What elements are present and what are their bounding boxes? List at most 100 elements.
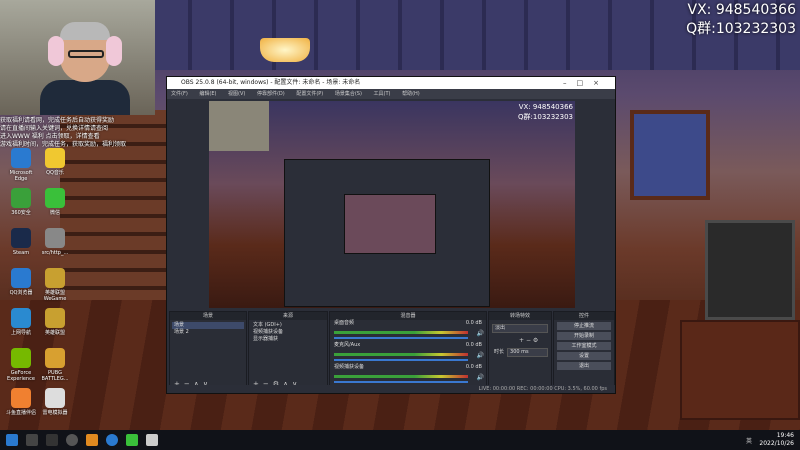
preview-watermark: Q群:103232303	[518, 113, 573, 121]
menu-edit[interactable]: 编辑(E)	[199, 91, 216, 97]
watermark-qq: Q群:103232303	[686, 21, 796, 37]
desktop-shortcut[interactable]: 微信	[38, 188, 72, 216]
input-language[interactable]: 英	[746, 438, 752, 445]
transition-select[interactable]: 淡出	[492, 324, 548, 333]
menu-scene-collection[interactable]: 场景集合(S)	[335, 91, 362, 97]
app-icon	[11, 268, 31, 288]
obs-titlebar[interactable]: OBS 25.0.8 (64-bit, windows) - 配置文件: 未命名…	[167, 77, 615, 89]
mixer-channel: 桌面音频 0.0 dB 🔊	[330, 320, 486, 342]
windows-start-icon[interactable]	[6, 434, 18, 446]
wechat-icon[interactable]	[126, 434, 138, 446]
desktop-shortcut[interactable]: 雷电模拟器	[38, 388, 72, 416]
desktop-shortcut[interactable]: Microsoft Edge	[4, 148, 38, 182]
menu-help[interactable]: 帮助(H)	[402, 91, 420, 97]
app-icon[interactable]	[86, 434, 98, 446]
desktop-shortcut[interactable]: GeForce Experience	[4, 348, 38, 382]
speaker-icon[interactable]: 🔊	[477, 374, 484, 381]
headphone-icon	[48, 36, 64, 66]
source-item[interactable]: 文本 (GDI+)	[251, 322, 325, 329]
obs-preview[interactable]: VX: 948540366 Q群:103232303	[209, 101, 575, 308]
channel-db: 0.0 dB	[465, 342, 482, 348]
channel-name: 视频捕获设备	[334, 364, 365, 370]
maximize-icon[interactable]: □	[577, 79, 594, 87]
desktop-shortcut[interactable]: 英雄联盟 WeGame	[38, 268, 72, 302]
app-icon	[45, 188, 65, 208]
volume-slider[interactable]	[334, 381, 468, 383]
system-tray[interactable]: 英	[746, 436, 752, 445]
shortcut-label: 上网导航	[10, 330, 31, 336]
app-icon	[45, 388, 65, 408]
app-icon	[11, 308, 31, 328]
overlay-line: 请在直播间输入关键词，兑换详情请查阅	[0, 125, 109, 132]
stop-streaming-button[interactable]: 停止推流	[557, 322, 611, 330]
desktop-shortcut[interactable]: QQ浏览器	[4, 268, 38, 296]
desktop-shortcut[interactable]: PUBG BATTLEG...	[38, 348, 72, 382]
add-icon[interactable]: +	[519, 337, 524, 344]
stream-overlay-text: 获取福利请看网，完成任务后自动获得奖励 请在直播间输入关键词，兑换详情请查阅 进…	[0, 117, 160, 149]
window-controls[interactable]: –□×	[563, 77, 609, 89]
clock[interactable]: 19:46 2022/10/26	[759, 432, 794, 448]
scene-item[interactable]: 场景	[172, 322, 244, 329]
speaker-icon[interactable]: 🔊	[477, 352, 484, 359]
preview-webcam	[209, 101, 269, 151]
desktop-shortcut[interactable]: Steam	[4, 228, 38, 256]
desktop-shortcut[interactable]: src/http_...	[38, 228, 72, 256]
desktop-shortcut[interactable]: QQ音乐	[38, 148, 72, 176]
studio-mode-button[interactable]: 工作室模式	[557, 342, 611, 350]
speaker-icon[interactable]: 🔊	[477, 330, 484, 337]
app-icon	[11, 188, 31, 208]
app-icon	[45, 268, 65, 288]
controls-dock: 控件 停止推流 开始录制 工作室模式 设置 退出	[553, 311, 615, 391]
transitions-dock: 转场特效 淡出 + − ⚙ 时长 300 ms	[488, 311, 552, 391]
menu-view[interactable]: 视图(V)	[228, 91, 245, 97]
desktop-shortcut[interactable]: 360安全	[4, 188, 38, 216]
desktop: VX: 948540366 Q群:103232303 获取福利请看网，完成任务后…	[0, 0, 800, 450]
search-icon[interactable]	[26, 434, 38, 446]
menu-docks[interactable]: 停靠部件(D)	[257, 91, 285, 97]
preview-nested-obs-inner	[344, 194, 436, 254]
scene-item[interactable]: 场景 2	[172, 329, 244, 336]
obs-window[interactable]: OBS 25.0.8 (64-bit, windows) - 配置文件: 未命名…	[166, 76, 616, 394]
minimize-icon[interactable]: –	[563, 79, 577, 87]
channel-db: 0.0 dB	[465, 320, 482, 326]
volume-slider[interactable]	[334, 359, 468, 361]
desktop-shortcut[interactable]: 上网导航	[4, 308, 38, 336]
exit-button[interactable]: 退出	[557, 362, 611, 370]
preview-watermark: VX: 948540366	[518, 103, 573, 111]
edge-icon[interactable]	[106, 434, 118, 446]
mixer-channel: 视频捕获设备 0.0 dB 🔊	[330, 364, 486, 386]
menu-profile[interactable]: 配置文件(P)	[296, 91, 323, 97]
menu-file[interactable]: 文件(F)	[171, 91, 188, 97]
shortcut-label: 英雄联盟 WeGame	[43, 290, 67, 302]
close-icon[interactable]: ×	[593, 79, 609, 87]
volume-slider[interactable]	[334, 337, 468, 339]
app-icon	[11, 228, 31, 248]
duration-label: 时长	[494, 349, 505, 355]
scenes-dock: 场景 场景 场景 2 +−∧∨	[169, 311, 247, 391]
duration-input[interactable]: 300 ms	[507, 348, 548, 357]
menu-tools[interactable]: 工具(T)	[374, 91, 391, 97]
app-icon	[11, 388, 31, 408]
obs-icon[interactable]	[66, 434, 78, 446]
channel-db: 0.0 dB	[465, 364, 482, 370]
dock-header: 场景	[170, 312, 246, 320]
volume-meter	[334, 375, 468, 378]
remove-icon[interactable]: −	[526, 337, 531, 344]
start-recording-button[interactable]: 开始录制	[557, 332, 611, 340]
settings-button[interactable]: 设置	[557, 352, 611, 360]
source-item[interactable]: 显示器捕获	[251, 336, 325, 343]
shortcut-label: GeForce Experience	[7, 370, 35, 382]
streamer-avatar	[40, 22, 130, 115]
task-view-icon[interactable]	[46, 434, 58, 446]
desktop-shortcut[interactable]: 斗鱼直播伴侣	[4, 388, 38, 416]
overlay-line: 获取福利请看网，完成任务后自动获得奖励	[0, 117, 115, 124]
channel-name: 桌面音频	[334, 320, 355, 326]
gear-icon[interactable]: ⚙	[533, 337, 538, 344]
channel-name: 麦克风/Aux	[334, 342, 361, 348]
shortcut-label: PUBG BATTLEG...	[41, 370, 69, 382]
dock-header: 控件	[554, 312, 614, 320]
app-icon	[45, 228, 65, 248]
source-item[interactable]: 视频捕获设备	[251, 329, 325, 336]
app-icon[interactable]	[146, 434, 158, 446]
desktop-shortcut[interactable]: 英雄联盟	[38, 308, 72, 336]
